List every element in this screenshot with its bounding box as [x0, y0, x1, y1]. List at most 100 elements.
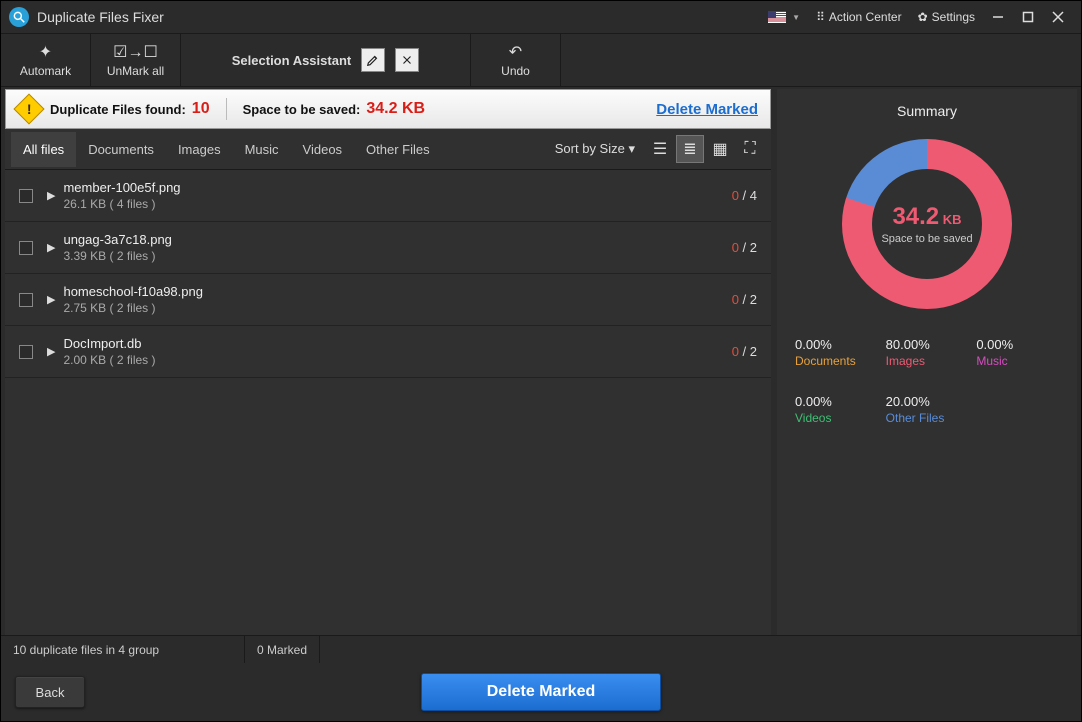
donut-unit: KB: [939, 212, 961, 227]
checkbox[interactable]: [19, 293, 33, 307]
delete-marked-button[interactable]: Delete Marked: [421, 673, 661, 711]
file-count: 0 / 2: [732, 292, 757, 307]
settings-label: Settings: [932, 10, 975, 24]
file-subtext: 2.75 KB ( 2 files ): [63, 301, 731, 315]
view-details-button[interactable]: ≣: [676, 135, 704, 163]
status-bar: 10 duplicate files in 4 group 0 Marked: [1, 635, 1081, 663]
view-list-button[interactable]: ☰: [646, 135, 674, 163]
selection-assistant-group: Selection Assistant: [181, 34, 471, 86]
status-dup-count: 10 duplicate files in 4 group: [1, 636, 245, 663]
tab-documents[interactable]: Documents: [76, 132, 166, 167]
warning-icon: !: [13, 93, 44, 124]
expand-icon[interactable]: ▶: [47, 293, 55, 306]
selection-assistant-label: Selection Assistant: [232, 53, 351, 68]
stats-grid: 0.00%Documents80.00%Images0.00%Music0.00…: [795, 337, 1059, 425]
space-label: Space to be saved:: [243, 102, 361, 117]
file-list: ▶member-100e5f.png26.1 KB ( 4 files )0 /…: [5, 169, 771, 635]
file-name: DocImport.db: [63, 336, 731, 351]
flag-icon: [768, 11, 786, 23]
language-selector[interactable]: ▼: [760, 1, 808, 33]
view-grid-button[interactable]: ▦: [706, 135, 734, 163]
stat-item: 0.00% Documents: [795, 337, 878, 368]
settings-button[interactable]: ✿ Settings: [910, 1, 983, 33]
footer: Back Delete Marked: [1, 663, 1081, 721]
unmark-icon: ☑→☐: [113, 42, 158, 62]
back-button[interactable]: Back: [15, 676, 85, 708]
automark-button[interactable]: ✦ Automark: [1, 34, 91, 86]
file-name: member-100e5f.png: [63, 180, 731, 195]
unmark-all-label: UnMark all: [107, 64, 164, 78]
space-value: 34.2 KB: [366, 100, 425, 118]
file-group-row[interactable]: ▶ homeschool-f10a98.png 2.75 KB ( 2 files …: [5, 274, 771, 326]
file-count: 0 / 4: [732, 188, 757, 203]
stat-label: Images: [886, 354, 969, 368]
selection-assistant-tool-2[interactable]: [395, 48, 419, 72]
stat-item: 20.00% Other Files: [886, 394, 969, 425]
app-logo-icon: [9, 7, 29, 27]
stat-item: 0.00% Videos: [795, 394, 878, 425]
tab-other-files[interactable]: Other Files: [354, 132, 442, 167]
chevron-down-icon: ▼: [792, 13, 800, 22]
found-count: 10: [192, 100, 210, 118]
file-group-row[interactable]: ▶ ungag-3a7c18.png 3.39 KB ( 2 files )0 / …: [5, 222, 771, 274]
file-group-row[interactable]: ▶ member-100e5f.png 26.1 KB ( 4 files )0 /…: [5, 170, 771, 222]
stat-item: 0.00% Music: [976, 337, 1059, 368]
stat-pct: 0.00%: [976, 337, 1059, 352]
tab-images[interactable]: Images: [166, 132, 233, 167]
wand-icon: ✦: [39, 42, 52, 62]
stat-pct: 80.00%: [886, 337, 969, 352]
fullscreen-button[interactable]: ⛶: [736, 135, 764, 163]
file-subtext: 2.00 KB ( 2 files ): [63, 353, 731, 367]
gear-icon: ✿: [918, 10, 928, 24]
separator: [226, 98, 227, 120]
donut-value: 34.2: [892, 203, 939, 230]
maximize-button[interactable]: [1013, 1, 1043, 33]
tab-videos[interactable]: Videos: [291, 132, 355, 167]
minimize-button[interactable]: [983, 1, 1013, 33]
grid-icon: ⠿: [816, 10, 825, 24]
stat-label: Music: [976, 354, 1059, 368]
unmark-all-button[interactable]: ☑→☐ UnMark all: [91, 34, 181, 86]
summary-panel: Summary 34.2 KB Space to be saved 0.00%D…: [777, 89, 1077, 635]
sort-dropdown[interactable]: Sort by Size ▾: [555, 141, 635, 157]
selection-assistant-tool-1[interactable]: [361, 48, 385, 72]
tab-music[interactable]: Music: [233, 132, 291, 167]
action-center-button[interactable]: ⠿ Action Center: [808, 1, 910, 33]
undo-label: Undo: [501, 64, 530, 78]
delete-marked-link[interactable]: Delete Marked: [656, 101, 758, 118]
stat-pct: 20.00%: [886, 394, 969, 409]
file-name: ungag-3a7c18.png: [63, 232, 731, 247]
stat-label: Documents: [795, 354, 878, 368]
expand-icon[interactable]: ▶: [47, 189, 55, 202]
stat-pct: 0.00%: [795, 394, 878, 409]
expand-icon[interactable]: ▶: [47, 241, 55, 254]
stat-pct: 0.00%: [795, 337, 878, 352]
automark-label: Automark: [20, 64, 71, 78]
undo-icon: ↶: [509, 42, 522, 62]
file-subtext: 26.1 KB ( 4 files ): [63, 197, 731, 211]
undo-button[interactable]: ↶ Undo: [471, 34, 561, 86]
file-group-row[interactable]: ▶ DocImport.db 2.00 KB ( 2 files )0 / 2: [5, 326, 771, 378]
stat-item: 80.00% Images: [886, 337, 969, 368]
expand-icon[interactable]: ▶: [47, 345, 55, 358]
donut-sub: Space to be saved: [881, 233, 972, 245]
file-subtext: 3.39 KB ( 2 files ): [63, 249, 731, 263]
checkbox[interactable]: [19, 189, 33, 203]
app-title: Duplicate Files Fixer: [37, 9, 164, 25]
checkbox[interactable]: [19, 241, 33, 255]
action-center-label: Action Center: [829, 10, 902, 24]
toolbar: ✦ Automark ☑→☐ UnMark all Selection Assi…: [1, 33, 1081, 87]
status-marked-count: 0 Marked: [245, 636, 320, 663]
tab-all-files[interactable]: All files: [11, 132, 76, 167]
file-name: homeschool-f10a98.png: [63, 284, 731, 299]
file-count: 0 / 2: [732, 240, 757, 255]
found-label: Duplicate Files found:: [50, 102, 186, 117]
stat-label: Videos: [795, 411, 878, 425]
donut-chart: 34.2 KB Space to be saved: [842, 139, 1012, 309]
stat-label: Other Files: [886, 411, 969, 425]
file-count: 0 / 2: [732, 344, 757, 359]
checkbox[interactable]: [19, 345, 33, 359]
close-button[interactable]: [1043, 1, 1073, 33]
tab-strip: All files Documents Images Music Videos …: [5, 129, 771, 169]
info-bar: ! Duplicate Files found: 10 Space to be …: [5, 89, 771, 129]
